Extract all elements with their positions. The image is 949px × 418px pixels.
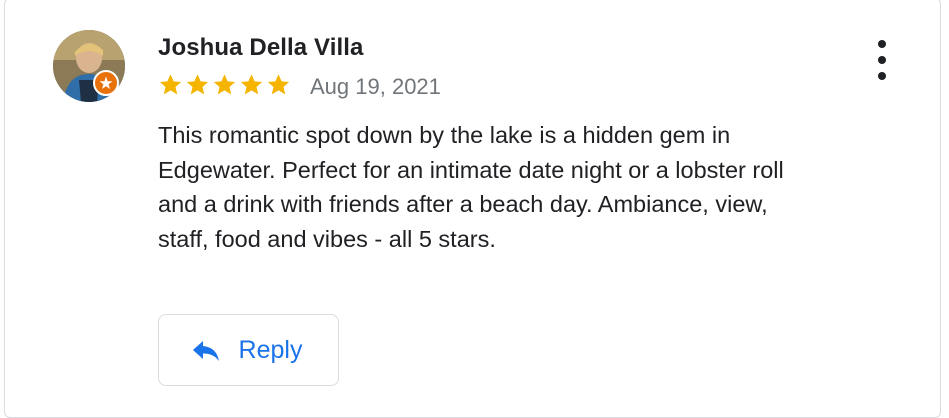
more-vert-icon <box>878 40 886 48</box>
local-guide-badge-icon <box>93 70 119 96</box>
star-icon <box>213 74 236 95</box>
star-icon <box>267 74 290 95</box>
reply-arrow-icon <box>192 341 219 361</box>
more-vert-icon-dot <box>878 56 886 64</box>
star-icon <box>240 74 263 95</box>
review-text: This romantic spot down by the lake is a… <box>158 122 784 252</box>
review-date: Aug 19, 2021 <box>310 74 441 99</box>
reviewer-name[interactable]: Joshua Della Villa <box>158 34 363 62</box>
star-icon <box>159 74 182 95</box>
more-vert-icon-dot <box>878 72 886 80</box>
more-options-button[interactable] <box>868 40 896 80</box>
star-rating <box>157 71 292 99</box>
reply-label: Reply <box>238 335 303 364</box>
reply-button[interactable]: Reply <box>158 314 339 386</box>
star-icon <box>186 74 209 95</box>
